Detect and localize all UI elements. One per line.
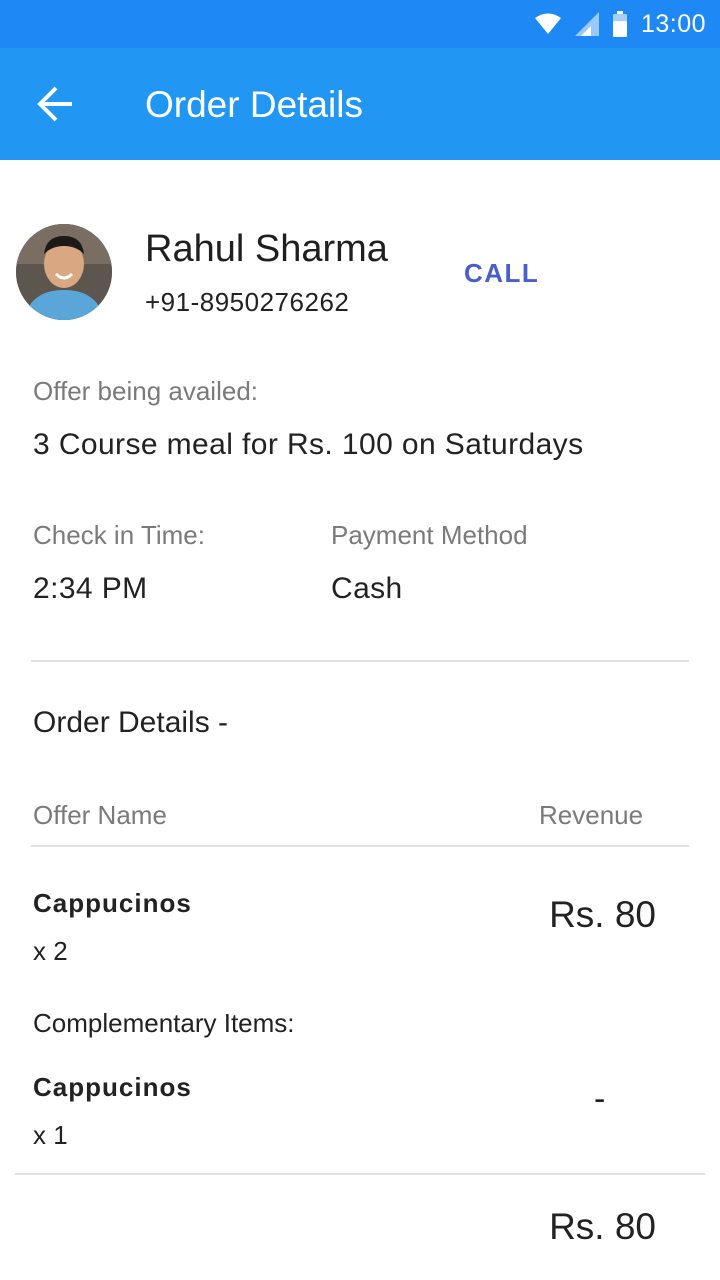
order-item-name: Cappucinos [33,888,192,918]
order-item-revenue: Rs. 80 [549,894,656,935]
offer-label: Offer being availed: [33,376,258,406]
back-button[interactable] [34,84,78,124]
clock: 13:00 [640,9,706,38]
status-bar: 13:00 [0,0,720,48]
signal-icon [574,12,599,36]
order-item-qty: x 2 [33,936,68,966]
wifi-icon [534,13,561,34]
divider [31,660,689,662]
complementary-label: Complementary Items: [33,1008,295,1038]
divider [15,1173,705,1175]
customer-name: Rahul Sharma [145,228,388,270]
complementary-item-name: Cappucinos [33,1072,192,1102]
column-header-offer-name: Offer Name [33,800,167,830]
arrow-back-icon [37,86,72,122]
customer-phone: +91-8950276262 [145,287,350,317]
page-title: Order Details [145,84,363,125]
complementary-item-revenue: - [594,1080,606,1118]
order-total: Rs. 80 [549,1206,656,1247]
divider [31,845,689,847]
app-bar: Order Details [0,48,720,160]
avatar [16,224,112,320]
offer-value: 3 Course meal for Rs. 100 on Saturdays [33,428,584,461]
payment-value: Cash [331,572,403,605]
column-header-revenue: Revenue [539,800,644,830]
checkin-value: 2:34 PM [33,572,148,605]
order-section-title: Order Details - [33,706,229,739]
checkin-label: Check in Time: [33,520,205,550]
battery-icon [612,11,627,37]
payment-label: Payment Method [331,520,528,550]
call-button[interactable]: CALL [464,258,539,289]
complementary-item-qty: x 1 [33,1120,68,1150]
